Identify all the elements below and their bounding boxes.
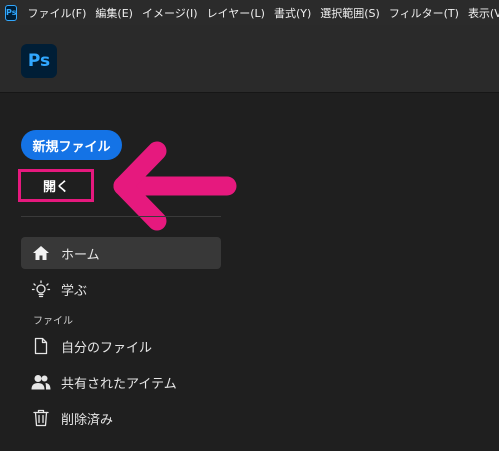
- nav-learn-label: 学ぶ: [61, 283, 88, 299]
- file-icon: [21, 337, 61, 355]
- menu-edit[interactable]: 編集(E): [95, 5, 133, 21]
- menu-select[interactable]: 選択範囲(S): [320, 5, 380, 21]
- nav-home-label: ホーム: [61, 247, 100, 263]
- menu-layer[interactable]: レイヤー(L): [207, 5, 265, 21]
- menu-bar: Ps ファイル(F) 編集(E) イメージ(I) レイヤー(L) 書式(Y) 選…: [0, 0, 499, 25]
- home-screen: 新規ファイル 開く ホーム 学ぶ ファイル 自分のファイル 共有されたアイテム …: [0, 93, 499, 451]
- open-button-label: 開く: [42, 180, 69, 195]
- trash-icon: [21, 409, 61, 427]
- nav-item-deleted[interactable]: 削除済み: [21, 402, 221, 434]
- annotation-arrow-icon: [113, 141, 237, 231]
- nav-item-home[interactable]: ホーム: [21, 237, 221, 269]
- home-icon: [21, 245, 61, 261]
- menu-file[interactable]: ファイル(F): [27, 5, 86, 21]
- nav-item-shared[interactable]: 共有されたアイテム: [21, 366, 221, 398]
- photoshop-app-logo: Ps: [21, 44, 57, 78]
- files-section-label: ファイル: [33, 316, 73, 327]
- nav-my-files-label: 自分のファイル: [61, 340, 153, 356]
- nav-item-learn[interactable]: 学ぶ: [21, 273, 221, 305]
- app-header: Ps: [0, 25, 499, 93]
- nav-item-my-files[interactable]: 自分のファイル: [21, 330, 221, 362]
- photoshop-logo-icon[interactable]: Ps: [5, 4, 18, 21]
- menu-filter[interactable]: フィルター(T): [389, 5, 459, 21]
- lightbulb-icon: [21, 280, 61, 298]
- nav-shared-label: 共有されたアイテム: [61, 376, 177, 392]
- divider: [21, 216, 221, 217]
- nav-deleted-label: 削除済み: [61, 412, 114, 428]
- menu-type[interactable]: 書式(Y): [274, 5, 311, 21]
- open-button[interactable]: 開く: [18, 169, 94, 202]
- menu-image[interactable]: イメージ(I): [142, 5, 198, 21]
- menu-view[interactable]: 表示(V): [468, 5, 499, 21]
- users-icon: [21, 374, 61, 390]
